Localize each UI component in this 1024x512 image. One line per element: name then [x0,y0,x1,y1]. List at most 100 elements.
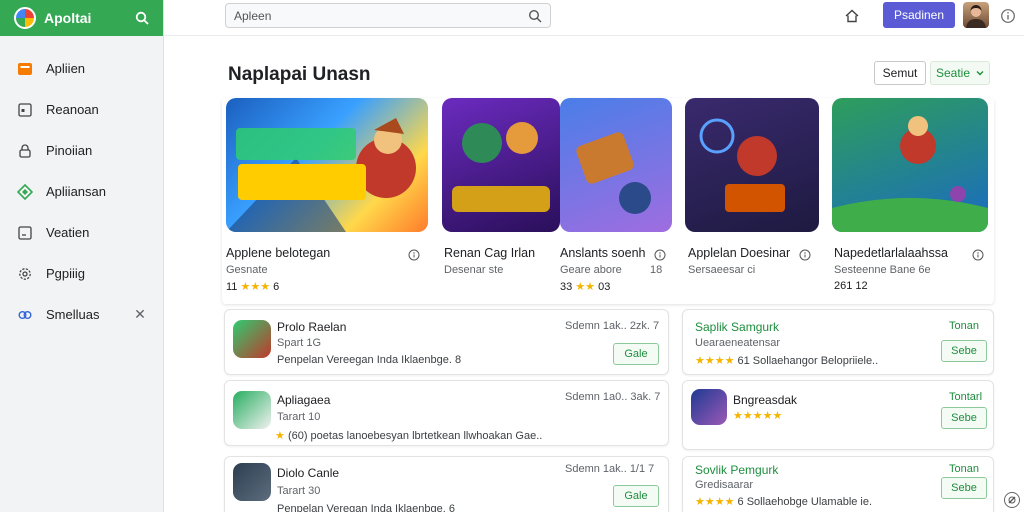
star-icon: ★★★ [240,281,271,293]
star-icon: ★★ [575,281,596,293]
list-item-rating: ★★★★★ [733,409,782,422]
list-item-subtitle: Tarart 30 [277,485,321,497]
primary-action-button[interactable]: Psadinen [883,2,955,28]
sidebar-item-6[interactable]: Smelluas ✕ [0,294,163,335]
star-icon: ★ [275,430,285,442]
get-button[interactable]: Gale [613,485,659,507]
list-item-meta: Sdemn 1ak.. 1/1 7 [565,463,655,475]
brand-bar: Apoltai [0,0,163,36]
app-name: Apoltai [44,10,92,26]
featured-card[interactable]: Applene belotegan Gesnate 11 ★★★ 6 [226,98,428,293]
featured-title: Napedetlarlalaahssa [834,246,948,260]
list-item-tag: Tontarl [949,391,983,403]
rating-end: 6 [273,281,280,293]
diamond-icon [16,183,34,201]
apps-icon [16,60,34,78]
get-button[interactable]: Gale [613,343,659,365]
sidebar-item-2[interactable]: Pinoiian [0,130,163,171]
featured-row: Applene belotegan Gesnate 11 ★★★ 6 Renan… [222,98,994,304]
game-art-image [226,98,428,232]
sidebar-item-label: Smelluas [46,307,100,322]
list-item[interactable]: Saplik Samgurk Uearaeneatensar ★★★★ 61 S… [682,309,994,375]
game-art-image [442,98,560,232]
link-icon [16,306,34,324]
featured-extra: 18 [650,264,663,276]
list-item[interactable]: Sovlik Pemgurk Gredisaarar ★★★★ 6 Sollae… [682,456,994,512]
help-icon[interactable] [1004,492,1020,508]
featured-subtitle: Desenar ste [444,264,504,276]
rating-end: 12 [855,280,868,292]
get-button[interactable]: Sebe [941,340,987,362]
sidebar-item-4[interactable]: Veatien [0,212,163,253]
list-item-description: ★★★★ 6 Sollaehobge Ulamable ie. [695,496,873,508]
sidebar-item-label: Pinoiian [46,143,93,158]
section-title: Naplapai Unasn [228,64,371,85]
list-item[interactable]: Diolo Canle Tarart 30 Penpelan Veregan I… [224,456,669,512]
gear-icon [16,265,34,283]
search-input[interactable] [234,8,528,23]
window-icon [16,101,34,119]
frame-icon [16,224,34,242]
sidebar-item-0[interactable]: Apliien [0,48,163,89]
secondary-button[interactable]: Semut [874,61,926,85]
list-item-subtitle: Tarart 10 [277,411,321,423]
sidebar-item-label: Apliien [46,61,86,76]
get-button[interactable]: Sebe [941,477,987,499]
featured-card[interactable]: Applelan Doesinar Sersaeesar ci [685,98,819,276]
see-all-label: Seatie [935,66,971,80]
sidebar-item-label: Apliiansan [46,184,106,199]
info-icon[interactable] [799,248,811,261]
info-icon[interactable] [408,248,420,261]
list-item-title: Sovlik Pemgurk [695,463,779,477]
app-icon [233,320,271,358]
app-icon [233,463,271,501]
sidebar-item-3[interactable]: Apliiansan [0,171,163,212]
avatar[interactable] [963,2,989,28]
home-icon[interactable] [842,6,862,26]
search-icon[interactable] [528,9,542,23]
list-item-title: Saplik Samgurk [695,320,780,334]
list-item[interactable]: Bngreasdak ★★★★★ Tontarl Sebe [682,380,994,450]
featured-subtitle: Sesteenne Bane 6e [834,264,931,276]
top-bar: Psadinen [164,0,1024,36]
rating-number: 261 [834,280,853,292]
get-button[interactable]: Sebe [941,407,987,429]
featured-card[interactable]: Renan Cag Irlan Desenar ste [442,98,560,276]
list-item[interactable]: Prolo Raelan Spart 1G Penpelan Vereegan … [224,309,669,375]
list-item[interactable]: Apliagaea Tarart 10 ★ (60) poetas lanoeb… [224,380,669,446]
app-icon [691,389,727,425]
list-item-description: Penpelan Vereegan Inda Iklaenbge. 8 [277,354,462,366]
close-icon[interactable]: ✕ [133,306,147,323]
info-icon[interactable] [998,6,1018,26]
sidebar: Apoltai Apliien Reanoan Pinoiian Apliian… [0,0,164,512]
sidebar-item-label: Veatien [46,225,90,240]
rating-end: 03 [598,281,611,293]
sidebar-item-5[interactable]: Pgpiiig [0,253,163,294]
lock-icon [16,142,34,160]
star-icon: ★★★★★ [733,410,783,422]
game-art-image [560,98,672,232]
search-icon[interactable] [133,9,151,27]
list-item-tag: Tonan [949,463,979,475]
list-item-subtitle: Uearaeneatensar [695,337,781,349]
info-icon[interactable] [972,248,984,261]
star-icon: ★★★★ [695,496,735,508]
list-item-subtitle: Spart 1G [277,337,322,349]
main-content: Naplapai Unasn Semut Seatie Applene belo… [164,36,1024,512]
list-item-tag: Tonan [949,320,979,332]
featured-card[interactable]: Anslants soenh Geare abore 18 33 ★★ 03 [560,98,672,293]
list-item-title: Apliagaea [277,393,331,407]
list-item-title: Diolo Canle [277,466,340,480]
list-item-subtitle: Gredisaarar [695,479,754,491]
see-all-button[interactable]: Seatie [930,61,990,85]
featured-title: Applene belotegan [226,246,331,260]
list-item-description: ★ (60) poetas lanoebesyan lbrtetkean llw… [275,430,543,442]
list-item-description: ★★★★ 61 Sollaehangor Belopriiele.. [695,355,879,367]
sidebar-nav: Apliien Reanoan Pinoiian Apliiansan Veat… [0,36,163,335]
featured-card[interactable]: Napedetlarlalaahssa Sesteenne Bane 6e 26… [832,98,988,292]
game-art-image [832,98,988,232]
info-icon[interactable] [654,248,666,261]
list-item-meta: Sdemn 1a0.. 3ak. 7 [565,391,661,403]
app-logo-icon [14,7,36,29]
sidebar-item-1[interactable]: Reanoan [0,89,163,130]
